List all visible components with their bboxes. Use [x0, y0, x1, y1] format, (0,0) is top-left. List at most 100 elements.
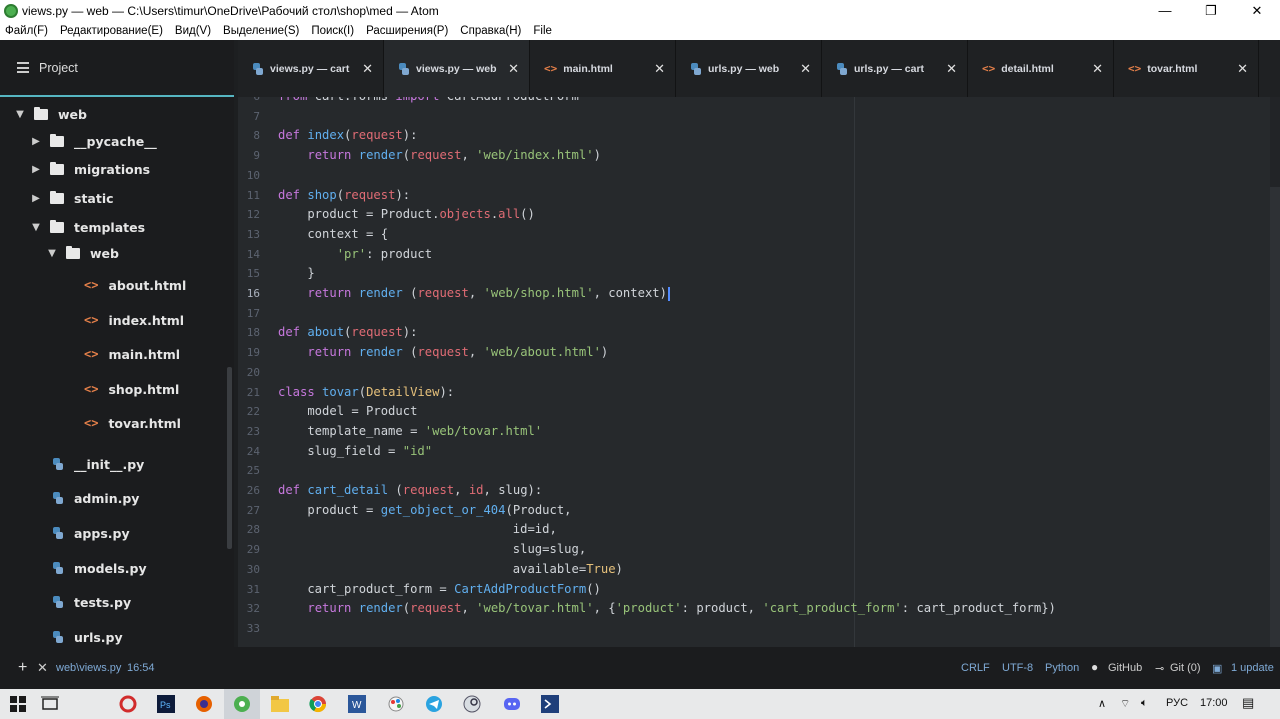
minimize-button[interactable]: — — [1142, 0, 1188, 21]
tree-file-apps[interactable]: apps.py — [52, 523, 130, 543]
tree-file-urls[interactable]: urls.py — [52, 627, 123, 647]
menu-edit[interactable]: Редактирование(E) — [60, 25, 163, 37]
tree-folder-web[interactable]: ▼ web — [14, 104, 87, 124]
code-line[interactable]: slug=slug, — [278, 542, 586, 556]
tree-file-shop[interactable]: <> shop.html — [84, 379, 179, 399]
code-line[interactable]: model = Product — [278, 404, 417, 418]
tree-file-models[interactable]: models.py — [52, 558, 147, 578]
word-icon[interactable]: W — [347, 694, 367, 714]
tree-folder-static[interactable]: ▶ static — [30, 188, 114, 208]
maximize-button[interactable]: ❐ — [1188, 0, 1234, 21]
close-icon[interactable]: ✕ — [946, 61, 957, 77]
tab-urls-cart[interactable]: urls.py — cart ✕ — [822, 40, 968, 97]
clock[interactable]: 17:00 — [1200, 697, 1228, 709]
wifi-icon[interactable]: ⌔ — [1120, 697, 1130, 711]
tree-file-index[interactable]: <> index.html — [84, 310, 184, 330]
code-line[interactable]: def shop(request): — [278, 188, 410, 202]
close-icon[interactable]: ✕ — [800, 61, 811, 77]
close-icon[interactable]: ✕ — [37, 660, 48, 676]
close-icon[interactable]: ✕ — [1092, 61, 1103, 77]
close-icon[interactable]: ✕ — [654, 61, 665, 77]
menu-selection[interactable]: Выделение(S) — [223, 25, 299, 37]
code-line[interactable]: from cart.forms import CartAddProductFor… — [278, 97, 579, 103]
tree-folder-migrations[interactable]: ▶ migrations — [30, 159, 150, 179]
encoding[interactable]: UTF-8 — [1002, 662, 1033, 674]
powershell-icon[interactable] — [540, 694, 560, 714]
chevron-up-icon[interactable]: ∧ — [1098, 697, 1106, 710]
tree-file-init[interactable]: __init__.py — [52, 454, 144, 474]
code-editor[interactable]: 6 from cart.forms import CartAddProductFo… — [238, 97, 1270, 647]
opera-icon[interactable] — [118, 694, 138, 714]
update-button[interactable]: 1 update — [1231, 662, 1274, 674]
plus-icon[interactable]: + — [18, 659, 27, 677]
code-line[interactable]: def about(request): — [278, 325, 417, 339]
tab-main-html[interactable]: <> main.html ✕ — [530, 40, 676, 97]
code-line[interactable]: product = get_object_or_404(Product, — [278, 503, 571, 517]
code-line[interactable]: product = Product.objects.all() — [278, 207, 535, 221]
tab-views-cart[interactable]: views.py — cart ✕ — [238, 40, 384, 97]
line-ending[interactable]: CRLF — [961, 662, 990, 674]
menu-view[interactable]: Вид(V) — [175, 25, 211, 37]
code-line[interactable]: class tovar(DetailView): — [278, 385, 454, 399]
menu-packages[interactable]: Расширения(P) — [366, 25, 448, 37]
volume-icon[interactable]: 🔈︎ — [1141, 697, 1148, 710]
code-line[interactable]: return render(request, 'web/tovar.html',… — [278, 601, 1056, 615]
notification-icon[interactable]: ▤ — [1242, 695, 1254, 711]
code-line[interactable]: available=True) — [278, 562, 623, 576]
tab-tovar-html[interactable]: <> tovar.html ✕ — [1114, 40, 1259, 97]
menu-file-extra[interactable]: File — [533, 25, 552, 37]
menu-file[interactable]: Файл(F) — [5, 25, 48, 37]
menu-help[interactable]: Справка(H) — [460, 25, 521, 37]
github-button[interactable]: GitHub — [1108, 662, 1142, 674]
project-tab[interactable]: Project — [0, 40, 234, 97]
tree-file-main[interactable]: <> main.html — [84, 344, 180, 364]
firefox-icon[interactable] — [194, 694, 214, 714]
code-line[interactable]: template_name = 'web/tovar.html' — [278, 424, 542, 438]
tree-folder-templates-web[interactable]: ▼ web — [46, 243, 119, 263]
file-path[interactable]: web\views.py — [56, 662, 121, 674]
task-view-icon[interactable] — [40, 694, 60, 714]
tree-file-about[interactable]: <> about.html — [84, 275, 186, 295]
code-line[interactable]: slug_field = "id" — [278, 444, 432, 458]
tree-file-tovar[interactable]: <> tovar.html — [84, 413, 181, 433]
close-icon[interactable]: ✕ — [362, 61, 373, 77]
line-number: 10 — [246, 168, 260, 182]
menu-find[interactable]: Поиск(I) — [311, 25, 354, 37]
close-window-button[interactable]: ✕ — [1234, 0, 1280, 21]
code-line[interactable]: 'pr': product — [278, 247, 432, 261]
tab-views-web[interactable]: views.py — web ✕ — [384, 40, 530, 97]
tab-urls-web[interactable]: urls.py — web ✕ — [676, 40, 822, 97]
tree-file-tests[interactable]: tests.py — [52, 592, 131, 612]
code-line[interactable]: context = { — [278, 227, 388, 241]
code-line[interactable]: } — [278, 266, 314, 280]
photoshop-icon[interactable]: Ps — [156, 694, 176, 714]
steam-icon[interactable] — [462, 694, 482, 714]
file-explorer-icon[interactable] — [270, 694, 290, 714]
code-line[interactable]: def index(request): — [278, 128, 417, 142]
code-line[interactable]: cart_product_form = CartAddProductForm() — [278, 582, 601, 596]
code-line[interactable]: id=id, — [278, 522, 557, 536]
tree-folder-pycache[interactable]: ▶ __pycache__ — [30, 131, 157, 151]
discord-icon[interactable] — [502, 694, 522, 714]
editor-scrollbar[interactable] — [1270, 187, 1280, 647]
atom-taskbar-icon[interactable] — [224, 689, 260, 719]
taskbar-app-blank-icon[interactable] — [78, 694, 100, 714]
start-icon[interactable] — [8, 694, 28, 714]
close-icon[interactable]: ✕ — [508, 61, 519, 77]
close-icon[interactable]: ✕ — [1237, 61, 1248, 77]
paint-icon[interactable] — [386, 694, 406, 714]
git-button[interactable]: Git (0) — [1170, 662, 1201, 674]
tree-folder-templates[interactable]: ▼ templates — [30, 217, 145, 237]
input-language[interactable]: РУС — [1166, 697, 1188, 709]
code-line[interactable]: return render(request, 'web/index.html') — [278, 148, 601, 162]
telegram-icon[interactable] — [424, 694, 444, 714]
code-line[interactable]: return render (request, 'web/shop.html',… — [278, 286, 670, 301]
sidebar-scrollbar[interactable] — [227, 367, 232, 549]
grammar[interactable]: Python — [1045, 662, 1079, 674]
chrome-icon[interactable] — [308, 694, 328, 714]
code-line[interactable]: def cart_detail (request, id, slug): — [278, 483, 542, 497]
tree-file-admin[interactable]: admin.py — [52, 488, 139, 508]
tab-detail-html[interactable]: <> detail.html ✕ — [968, 40, 1114, 97]
cursor-position[interactable]: 16:54 — [127, 662, 155, 674]
code-line[interactable]: return render (request, 'web/about.html'… — [278, 345, 608, 359]
